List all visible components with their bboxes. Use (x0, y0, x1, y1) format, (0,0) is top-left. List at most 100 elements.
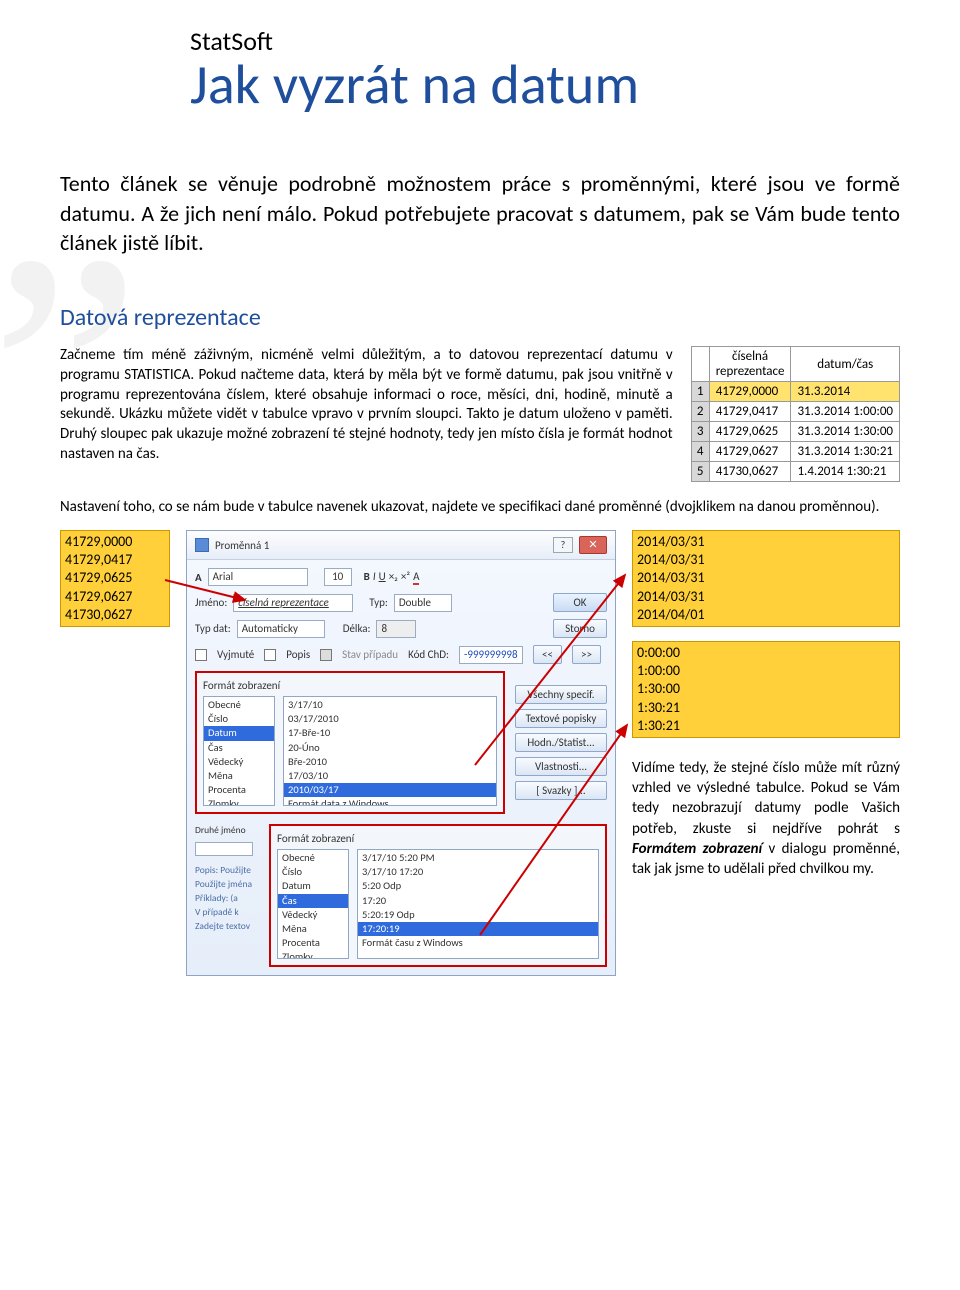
yellow-line: 1:30:21 (637, 699, 895, 717)
table-cell: 41730,0627 (709, 462, 791, 482)
list-item[interactable]: 17:20:19 (358, 922, 598, 936)
list-item[interactable]: Číslo (204, 712, 274, 726)
close-button[interactable]: ✕ (579, 536, 607, 554)
subscript-button[interactable]: ×₂ (389, 570, 398, 585)
list-item[interactable]: 3/17/10 (284, 698, 496, 712)
yellow-line: 2014/03/31 (637, 569, 895, 587)
list-item[interactable]: 3/17/10 5:20 PM (358, 851, 598, 865)
yellow-line: 1:30:21 (637, 717, 895, 735)
list-item[interactable]: 17:20 (358, 894, 598, 908)
font-color-button[interactable]: A (413, 570, 419, 585)
section-heading: Datová reprezentace (60, 303, 900, 332)
dialog-side-button[interactable]: Vlastnosti... (515, 757, 607, 776)
datatype-select[interactable]: Automaticky (237, 620, 325, 638)
intro-paragraph: Tento článek se věnuje podrobně možnoste… (60, 169, 900, 258)
yellow-line: 2014/03/31 (637, 551, 895, 569)
list-item[interactable]: Obecné (278, 851, 348, 865)
type-select[interactable]: Double (394, 594, 452, 612)
yellow-numbers-block: 41729,000041729,041741729,062541729,0627… (60, 530, 170, 627)
underline-button[interactable]: U (379, 570, 386, 585)
dialog-side-button[interactable]: Všechny specif. (515, 685, 607, 704)
table-cell: 31.3.2014 (791, 382, 900, 402)
excluded-checkbox[interactable] (195, 649, 207, 661)
list-item[interactable]: Zlomky (204, 797, 274, 806)
list-item[interactable]: Vědecký (278, 908, 348, 922)
list-item[interactable]: 03/17/2010 (284, 712, 496, 726)
table-cell: 41729,0625 (709, 422, 791, 442)
font-a-label: A (195, 571, 202, 584)
list-item[interactable]: Obecné (204, 698, 274, 712)
list-item[interactable]: Čas (204, 741, 274, 755)
yellow-line: 41729,0625 (65, 569, 165, 587)
yellow-line: 2014/03/31 (637, 533, 895, 551)
next-button[interactable]: >> (572, 645, 601, 664)
excluded-label: Vyjmuté (217, 648, 254, 661)
name-field[interactable]: číselná reprezentace (233, 594, 353, 612)
list-item[interactable]: Procenta (278, 936, 348, 950)
length-field: 8 (376, 620, 416, 638)
table-cell: 41729,0627 (709, 442, 791, 462)
cancel-button[interactable]: Storno (553, 619, 607, 638)
list-item[interactable]: Datum (278, 879, 348, 893)
list-item[interactable]: Datum (204, 726, 274, 740)
dialog-side-button[interactable]: Textové popisky (515, 709, 607, 728)
list-item[interactable]: 2010/03/17 (284, 783, 496, 797)
case-checkbox (320, 649, 332, 661)
hint-line: Popis: Použijte (195, 864, 261, 876)
help-button[interactable]: ? (553, 537, 573, 553)
type-label: Typ: (369, 596, 388, 609)
list-item[interactable]: Číslo (278, 865, 348, 879)
list-item[interactable]: Bře-2010 (284, 755, 496, 769)
row-num: 3 (691, 422, 709, 442)
list-item[interactable]: Zlomky (278, 950, 348, 959)
yellow-line: 0:00:00 (637, 644, 895, 662)
yellow-line: 2014/03/31 (637, 588, 895, 606)
format-listbox-1[interactable]: 3/17/1003/17/201017-Bře-1020-ÚnoBře-2010… (283, 696, 497, 806)
hint-line: Příklady: (a (195, 892, 261, 904)
category-listbox-2[interactable]: ObecnéČísloDatumČasVědeckýMěnaProcentaZl… (277, 849, 349, 959)
bold-button[interactable]: B (364, 570, 370, 585)
length-label: Délka: (343, 622, 371, 635)
list-item[interactable]: 20-Úno (284, 741, 496, 755)
dialog-side-button[interactable]: [ Svazky ]... (515, 781, 607, 800)
dialog-icon (195, 538, 209, 552)
yellow-times-block: 0:00:001:00:001:30:001:30:211:30:21 (632, 641, 900, 738)
format-listbox-2[interactable]: 3/17/10 5:20 PM3/17/10 17:205:20 Odp17:2… (357, 849, 599, 959)
yellow-dates-block: 2014/03/312014/03/312014/03/312014/03/31… (632, 530, 900, 627)
prev-button[interactable]: << (533, 645, 562, 664)
code-label: Kód ChD: (408, 648, 449, 661)
table-cell: 41729,0417 (709, 402, 791, 422)
list-item[interactable]: Procenta (204, 783, 274, 797)
row-num: 1 (691, 382, 709, 402)
list-item[interactable]: Čas (278, 894, 348, 908)
superscript-button[interactable]: ×² (401, 570, 410, 585)
yellow-line: 1:00:00 (637, 662, 895, 680)
hint-line: V případě k (195, 906, 261, 918)
table-header-2: datum/čas (791, 347, 900, 382)
list-item[interactable]: Formát data z Windows (284, 797, 496, 806)
italic-button[interactable]: I (373, 570, 376, 585)
category-listbox-1[interactable]: ObecnéČísloDatumČasVědeckýMěnaProcentaZl… (203, 696, 275, 806)
ok-button[interactable]: OK (553, 593, 607, 612)
yellow-line: 41730,0627 (65, 606, 165, 624)
note-em: Formátem zobrazení (632, 840, 762, 858)
table-corner (691, 347, 709, 382)
list-item[interactable]: Vědecký (204, 755, 274, 769)
font-size-select[interactable]: 10 (324, 568, 352, 586)
list-item[interactable]: 17/03/10 (284, 769, 496, 783)
dialog-side-button[interactable]: Hodn./Statist... (515, 733, 607, 752)
font-name-select[interactable]: Arial (208, 568, 308, 586)
table-cell: 31.3.2014 1:00:00 (791, 402, 900, 422)
secondname-field[interactable] (195, 842, 253, 856)
desc-checkbox[interactable] (264, 649, 276, 661)
list-item[interactable]: Formát času z Windows (358, 936, 598, 950)
list-item[interactable]: 5:20:19 Odp (358, 908, 598, 922)
code-field[interactable]: -999999998 (459, 646, 523, 664)
table-cell: 31.3.2014 1:30:00 (791, 422, 900, 442)
list-item[interactable]: 3/17/10 17:20 (358, 865, 598, 879)
list-item[interactable]: Měna (278, 922, 348, 936)
list-item[interactable]: Měna (204, 769, 274, 783)
yellow-line: 2014/04/01 (637, 606, 895, 624)
list-item[interactable]: 5:20 Odp (358, 879, 598, 893)
list-item[interactable]: 17-Bře-10 (284, 726, 496, 740)
